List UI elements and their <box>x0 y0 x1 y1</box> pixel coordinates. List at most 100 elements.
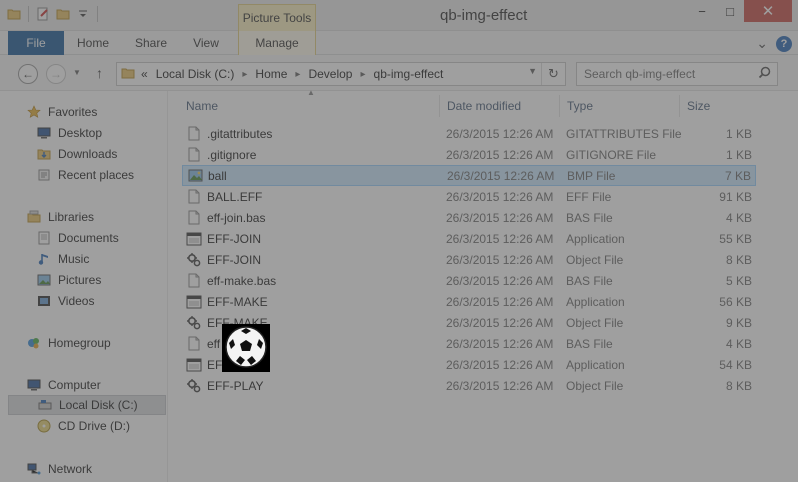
help-icon[interactable]: ? <box>776 35 792 52</box>
folder-icon[interactable] <box>6 6 22 22</box>
toolbar-divider <box>28 6 29 22</box>
object-file-icon <box>186 378 202 394</box>
nav-label: Videos <box>58 294 95 308</box>
file-type: EFF File <box>566 189 612 204</box>
forward-arrow-icon: → <box>50 67 62 81</box>
file-list: ▲ Name Date modified Type Size .gitattri… <box>169 88 798 482</box>
breadcrumb-local-disk[interactable]: Local Disk (C:) <box>156 67 235 81</box>
document-icon <box>186 189 202 205</box>
expand-ribbon-icon[interactable]: ⌄ <box>756 35 768 52</box>
customize-toolbar-icon[interactable] <box>75 6 91 22</box>
column-header-type[interactable]: Type <box>559 95 679 117</box>
recent-locations-icon[interactable]: ▼ <box>73 68 81 77</box>
file-size: 8 KB <box>725 252 752 267</box>
back-button[interactable]: ← <box>18 64 38 84</box>
search-icon[interactable] <box>758 66 771 82</box>
file-size: 7 KB <box>724 168 751 183</box>
libraries-icon <box>26 209 42 225</box>
file-date: 26/3/2015 12:26 AM <box>447 168 555 183</box>
file-size: 5 KB <box>725 273 752 288</box>
nav-label: Libraries <box>48 210 95 224</box>
file-row[interactable]: EFF-JOIN 26/3/2015 12:26 AM Application 55 … <box>182 228 756 249</box>
chevron-right-icon[interactable]: ▸ <box>242 69 247 80</box>
nav-desktop[interactable]: Desktop <box>36 123 166 143</box>
chevron-right-icon[interactable]: ▸ <box>360 69 365 80</box>
file-size: 8 KB <box>725 378 752 393</box>
column-header-size[interactable]: Size <box>679 95 759 117</box>
forward-button[interactable]: → <box>46 64 66 84</box>
nav-computer[interactable]: Computer <box>26 375 166 395</box>
column-header-name[interactable]: Name <box>186 95 440 117</box>
tab-view[interactable]: View <box>184 31 228 55</box>
breadcrumb-home[interactable]: Home <box>255 67 287 81</box>
nav-music[interactable]: Music <box>36 249 166 269</box>
maximize-button[interactable]: □ <box>716 0 744 22</box>
window-controls: − □ ✕ <box>688 0 792 22</box>
search-input[interactable] <box>584 67 754 81</box>
file-date: 26/3/2015 12:26 AM <box>446 336 554 351</box>
nav-homegroup[interactable]: Homegroup <box>26 333 166 353</box>
nav-label: Network <box>48 462 93 476</box>
file-row[interactable]: eff-make.bas 26/3/2015 12:26 AM BAS File 5 … <box>182 270 756 291</box>
tab-manage[interactable]: Manage <box>238 31 316 55</box>
drag-thumbnail <box>222 324 270 372</box>
ribbon-tabs: File Home Share View Manage ⌄ ? <box>0 31 798 55</box>
file-row[interactable]: BALL.EFF 26/3/2015 12:26 AM EFF File 91 KB <box>182 186 756 207</box>
file-name: EFF-MAKE <box>207 294 268 309</box>
nav-label: Homegroup <box>48 336 111 350</box>
file-name: .gitattributes <box>207 126 273 141</box>
file-date: 26/3/2015 12:26 AM <box>446 273 554 288</box>
file-name: ball <box>208 168 227 183</box>
file-date: 26/3/2015 12:26 AM <box>446 252 554 267</box>
file-type: Object File <box>566 315 624 330</box>
chevron-right-icon[interactable]: ▸ <box>295 69 300 80</box>
image-file-icon <box>187 168 203 184</box>
tab-file[interactable]: File <box>8 31 64 55</box>
file-row[interactable]: eff-join.bas 26/3/2015 12:26 AM BAS File 4 … <box>182 207 756 228</box>
close-button[interactable]: ✕ <box>744 0 792 22</box>
nav-documents[interactable]: Documents <box>36 228 166 248</box>
address-dropdown-icon[interactable]: ▼ <box>528 66 537 76</box>
title-bar: Picture Tools qb-img-effect − □ ✕ <box>0 0 798 31</box>
file-size: 54 KB <box>719 357 752 372</box>
file-row[interactable]: .gitignore 26/3/2015 12:26 AM GITIGNORE Fi… <box>182 144 756 165</box>
nav-recent-places[interactable]: Recent places <box>36 165 166 185</box>
soccer-ball-icon <box>224 325 268 372</box>
nav-network[interactable]: Network <box>26 459 166 479</box>
nav-pictures[interactable]: Pictures <box>36 270 166 290</box>
downloads-icon <box>36 146 52 162</box>
nav-favorites[interactable]: Favorites <box>26 102 166 122</box>
nav-label: Recent places <box>58 168 135 182</box>
nav-downloads[interactable]: Downloads <box>36 144 166 164</box>
homegroup-icon <box>26 335 42 351</box>
minimize-button[interactable]: − <box>688 0 716 22</box>
tab-share[interactable]: Share <box>128 31 174 55</box>
nav-libraries[interactable]: Libraries <box>26 207 166 227</box>
file-row[interactable]: EFF-MAKE 26/3/2015 12:26 AM Application 56 … <box>182 291 756 312</box>
nav-label: CD Drive (D:) <box>58 419 130 433</box>
nav-label: Music <box>58 252 90 266</box>
refresh-button[interactable]: ↻ <box>541 63 565 85</box>
application-icon <box>186 357 202 373</box>
breadcrumb-overflow[interactable]: « <box>141 67 148 81</box>
document-icon <box>186 126 202 142</box>
address-bar[interactable]: « Local Disk (C:) ▸ Home ▸ Develop ▸ qb-… <box>116 62 566 86</box>
breadcrumb-current[interactable]: qb-img-effect <box>374 67 444 81</box>
nav-cd-drive[interactable]: CD Drive (D:) <box>36 416 166 436</box>
file-row[interactable]: EFF-PLAY 26/3/2015 12:26 AM Object File 8 K… <box>182 375 756 396</box>
properties-icon[interactable] <box>35 6 51 22</box>
file-row[interactable]: EFF-JOIN 26/3/2015 12:26 AM Object File 8 K… <box>182 249 756 270</box>
file-size: 4 KB <box>725 210 752 225</box>
nav-local-disk[interactable]: Local Disk (C:) <box>8 395 166 415</box>
new-folder-icon[interactable] <box>55 6 71 22</box>
file-name: eff-make.bas <box>207 273 277 288</box>
file-date: 26/3/2015 12:26 AM <box>446 315 554 330</box>
breadcrumb-develop[interactable]: Develop <box>308 67 352 81</box>
tab-home[interactable]: Home <box>70 31 116 55</box>
file-row[interactable]: .gitattributes 26/3/2015 12:26 AM GITATTRI… <box>182 123 756 144</box>
file-date: 26/3/2015 12:26 AM <box>446 189 554 204</box>
up-button[interactable]: ↑ <box>96 65 103 81</box>
column-header-date[interactable]: Date modified <box>439 95 559 117</box>
nav-videos[interactable]: Videos <box>36 291 166 311</box>
file-row[interactable]: ball 26/3/2015 12:26 AM BMP File 7 KB <box>182 165 756 186</box>
